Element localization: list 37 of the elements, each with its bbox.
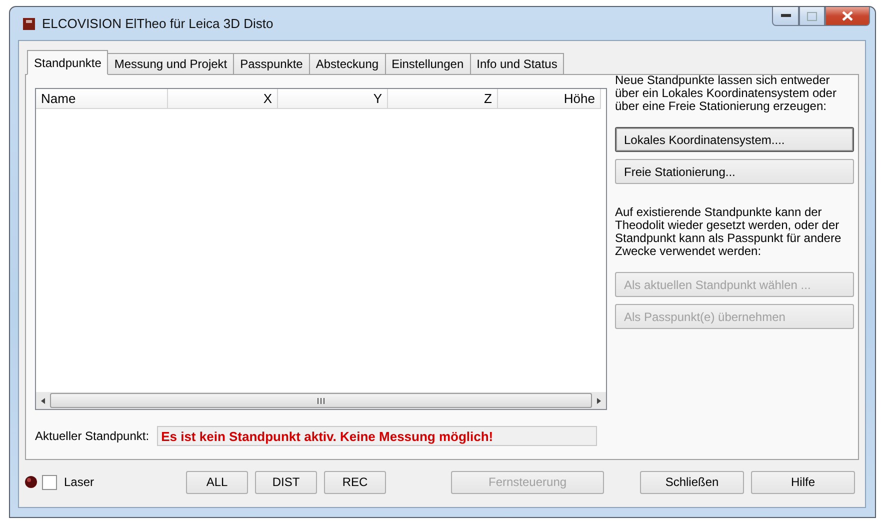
close-icon [842,11,853,21]
laser-label: Laser [64,475,94,489]
scrollbar-thumb[interactable] [50,393,592,408]
tab[interactable]: Info und Status [470,53,564,75]
measure-button[interactable]: ALL [186,470,248,494]
close-button[interactable] [825,7,870,26]
minimize-icon [780,14,790,18]
minimize-button[interactable] [772,7,799,26]
window-title: ELCOVISION ElTheo für Leica 3D Disto [42,16,274,31]
dialog-button[interactable]: Schließen [640,470,744,494]
create-button[interactable]: Lokales Koordinatensystem.... [615,127,854,152]
laser-checkbox[interactable] [42,474,57,490]
laser-indicator-icon [25,476,37,488]
app-icon [22,16,36,30]
info-text: Auf existierende Standpunkte kann der Theodolit wieder gesetzt werden, oder der Standpunkt kann als Passpunkt für andere Zwecke verwendet werden: [615,206,842,258]
maximize-icon [807,12,817,20]
status-label: Aktueller Standpunkt: [35,429,150,443]
grip-icon [317,398,325,404]
column-header[interactable]: Höhe [498,89,601,109]
measure-button[interactable]: DIST [255,470,318,494]
tab[interactable]: Einstellungen [384,53,471,75]
horizontal-scrollbar[interactable] [36,392,606,409]
column-header[interactable]: Z [388,89,498,109]
point-list[interactable]: Name X Y Z Höhe [35,88,607,410]
tab[interactable]: Standpunkte [27,50,108,75]
tab[interactable]: Messung und Projekt [107,53,234,75]
column-header[interactable]: Y [278,89,388,109]
tab[interactable]: Passpunkte [233,53,310,75]
maximize-button[interactable] [799,7,825,26]
status-value: Es ist kein Standpunkt aktiv. Keine Messung möglich! [157,426,598,446]
measure-button[interactable]: REC [324,470,386,494]
column-header[interactable]: Name [36,89,168,109]
tab[interactable]: Absteckung [308,53,386,75]
column-header[interactable]: X [168,89,278,109]
dialog-button[interactable]: Hilfe [751,470,855,494]
create-button[interactable]: Freie Stationierung... [615,159,854,184]
intro-text: Neue Standpunkte lassen sich entweder über ein Lokales Koordinatensystem oder über eine Freie Stationierung erzeugen: [615,74,838,113]
